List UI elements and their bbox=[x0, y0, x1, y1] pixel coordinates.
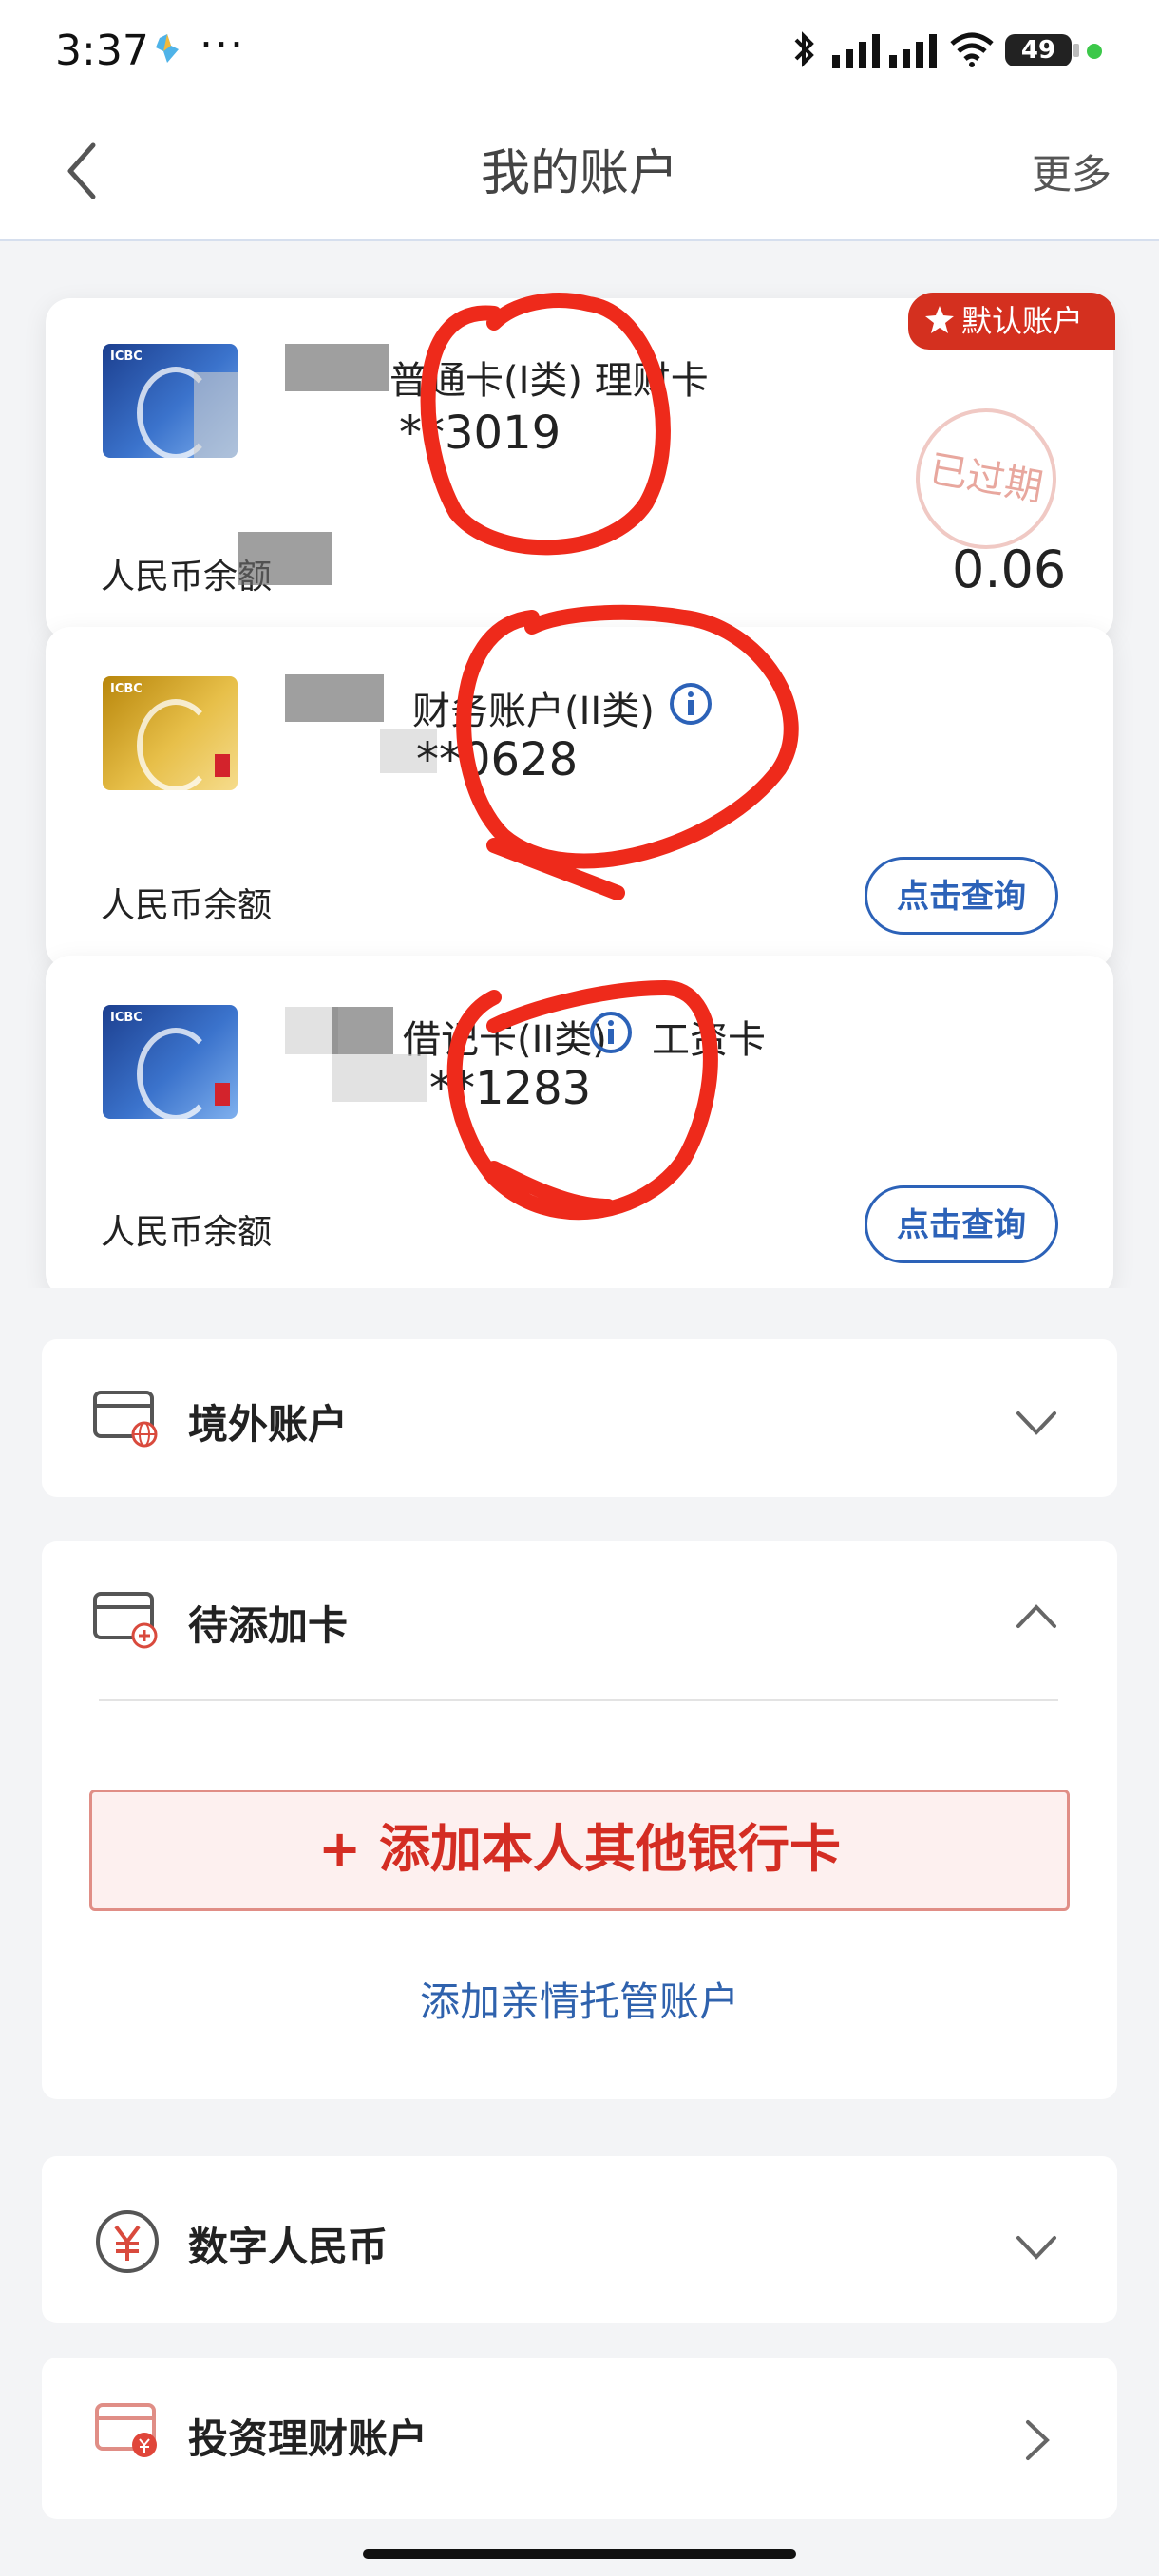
card-name-3: 借记卡(II类) bbox=[403, 1018, 607, 1062]
battery-icon: 49 bbox=[1005, 34, 1072, 66]
app-notification-icon bbox=[156, 34, 179, 63]
query-balance-button-2[interactable]: 点击查询 bbox=[864, 857, 1058, 935]
chevron-down-icon[interactable] bbox=[1013, 1408, 1060, 1438]
page-title: 我的账户 bbox=[480, 145, 678, 202]
battery-tip bbox=[1074, 44, 1079, 57]
card-name-2: 财务账户(II类) bbox=[412, 690, 655, 733]
masked-region bbox=[285, 344, 390, 391]
bank-logo-text: ICBC bbox=[110, 682, 142, 696]
home-indicator[interactable] bbox=[363, 2549, 796, 2559]
bank-logo-text: ICBC bbox=[110, 1011, 142, 1025]
investment-account-title: 投资理财账户 bbox=[188, 2415, 428, 2462]
privacy-indicator-icon bbox=[1087, 44, 1102, 59]
add-family-account-link[interactable]: 添加亲情托管账户 bbox=[0, 1970, 1159, 2028]
bank-card-image-3: ICBC bbox=[103, 1005, 238, 1119]
balance-label-3: 人民币余额 bbox=[101, 1213, 273, 1252]
investment-card-icon bbox=[95, 2403, 157, 2457]
status-time: 3:37 bbox=[55, 27, 149, 75]
default-account-label: 默认账户 bbox=[961, 303, 1084, 339]
card-tag-3: 工资卡 bbox=[652, 1018, 766, 1062]
bank-card-image-1: ICBC bbox=[103, 344, 238, 458]
masked-region bbox=[238, 532, 332, 585]
default-account-badge: 默认账户 bbox=[908, 293, 1115, 350]
info-icon[interactable] bbox=[669, 682, 712, 726]
masked-region bbox=[332, 1007, 393, 1054]
chevron-down-icon[interactable] bbox=[1013, 2232, 1060, 2263]
chevron-right-icon[interactable] bbox=[1022, 2416, 1053, 2464]
info-icon[interactable] bbox=[589, 1011, 633, 1054]
add-other-bank-card-button[interactable]: + 添加本人其他银行卡 bbox=[89, 1790, 1070, 1911]
more-button[interactable]: 更多 bbox=[1032, 142, 1112, 200]
masked-region bbox=[285, 674, 384, 722]
add-card-icon bbox=[93, 1592, 158, 1649]
card-number-1: **3019 bbox=[399, 407, 561, 460]
section-divider bbox=[99, 1699, 1058, 1701]
wifi-icon bbox=[950, 32, 994, 67]
card-name-1: 普通卡(I类) 理财卡 bbox=[390, 359, 709, 403]
bank-logo-text: ICBC bbox=[110, 350, 142, 364]
balance-value-1: 0.06 bbox=[952, 540, 1067, 599]
bank-card-image-2: ICBC bbox=[103, 676, 238, 790]
digital-rmb-icon bbox=[96, 2210, 159, 2273]
digital-rmb-title: 数字人民币 bbox=[188, 2224, 389, 2270]
bluetooth-icon bbox=[794, 31, 814, 67]
overseas-card-icon bbox=[93, 1391, 158, 1448]
status-more-dots: ··· bbox=[200, 21, 245, 69]
masked-region bbox=[332, 1054, 428, 1102]
signal-icon-1 bbox=[832, 34, 880, 68]
signal-icon-2 bbox=[889, 34, 937, 68]
star-icon bbox=[925, 306, 954, 333]
pending-card-title: 待添加卡 bbox=[188, 1602, 349, 1649]
card-number-3: **1283 bbox=[429, 1062, 592, 1115]
card-number-2: **0628 bbox=[416, 733, 579, 786]
chevron-up-icon[interactable] bbox=[1013, 1601, 1060, 1632]
masked-region bbox=[285, 1007, 338, 1054]
query-balance-button-3[interactable]: 点击查询 bbox=[864, 1185, 1058, 1263]
balance-label-2: 人民币余额 bbox=[101, 886, 273, 925]
overseas-account-title: 境外账户 bbox=[188, 1401, 349, 1448]
